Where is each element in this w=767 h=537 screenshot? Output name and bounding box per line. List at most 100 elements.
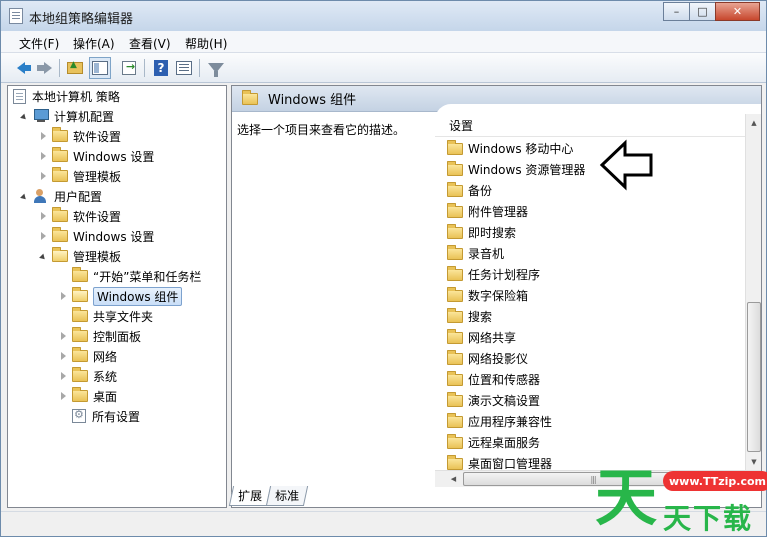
folder-icon	[72, 267, 88, 282]
list-item[interactable]: 即时搜索	[447, 222, 516, 243]
collapsed-chevron-icon[interactable]	[58, 331, 68, 341]
menu-help[interactable]: 帮助(H)	[185, 35, 227, 52]
forward-arrow-icon	[37, 62, 52, 74]
tree-item-label: 计算机配置	[54, 109, 115, 124]
folder-icon	[447, 412, 463, 428]
tree-item-computer-windows-settings[interactable]: Windows 设置	[38, 146, 154, 166]
tree-item-control-panel[interactable]: 控制面板	[58, 326, 141, 346]
properties-button[interactable]	[174, 58, 194, 78]
collapsed-chevron-icon[interactable]	[58, 291, 68, 301]
tree-item-user-admin-templates[interactable]: 管理模板	[38, 246, 121, 266]
properties-icon	[176, 61, 192, 75]
tree-item-system[interactable]: 系统	[58, 366, 117, 386]
collapsed-chevron-icon[interactable]	[38, 211, 48, 221]
collapsed-chevron-icon[interactable]	[38, 171, 48, 181]
list-item[interactable]: 演示文稿设置	[447, 390, 540, 411]
folder-icon	[447, 391, 463, 407]
scroll-left-icon[interactable]: ◀	[445, 471, 462, 487]
vertical-scroll-thumb[interactable]	[747, 302, 761, 452]
menu-view[interactable]: 查看(V)	[129, 35, 171, 52]
toolbar-separator	[144, 59, 145, 77]
expanded-chevron-icon[interactable]	[19, 111, 29, 121]
toolbar-separator	[59, 59, 60, 77]
tree-item-label: 所有设置	[92, 409, 141, 424]
list-item[interactable]: 任务计划程序	[447, 264, 540, 285]
folder-icon	[447, 454, 463, 470]
tree-item-computer-config[interactable]: 计算机配置	[19, 106, 114, 126]
collapsed-chevron-icon[interactable]	[38, 151, 48, 161]
list-item[interactable]: 远程桌面服务	[447, 432, 540, 453]
list-item[interactable]: 搜索	[447, 306, 492, 327]
list-item[interactable]: 位置和传感器	[447, 369, 540, 390]
tree-item-shared-folders[interactable]: 共享文件夹	[58, 306, 153, 326]
vertical-scrollbar[interactable]: ▲ ▼	[745, 114, 761, 470]
list-item[interactable]: Windows 移动中心	[447, 138, 573, 159]
tree-item-start-menu[interactable]: “开始”菜单和任务栏	[58, 266, 201, 286]
tree-item-windows-components[interactable]: Windows 组件	[58, 286, 183, 306]
list-item-label: 网络投影仪	[468, 352, 529, 366]
menu-file[interactable]: 文件(F)	[19, 35, 59, 52]
list-item-label: 备份	[468, 184, 493, 198]
filter-button[interactable]	[206, 58, 226, 78]
tree-item-user-windows-settings[interactable]: Windows 设置	[38, 226, 154, 246]
help-button[interactable]: ?	[151, 58, 171, 78]
list-item-label: 网络共享	[468, 331, 517, 345]
list-item-label: 即时搜索	[468, 226, 517, 240]
minimize-button[interactable]: –	[663, 2, 690, 21]
tree-item-label: 本地计算机 策略	[32, 89, 120, 104]
watermark-url: www.TTzip.com	[663, 471, 767, 491]
list-item[interactable]: 录音机	[447, 243, 504, 264]
list-item[interactable]: 网络投影仪	[447, 348, 528, 369]
app-window: 本地组策略编辑器 – □ ✕ 文件(F) 操作(A) 查看(V) 帮助(H) ?…	[0, 0, 767, 537]
list-item[interactable]: 数字保险箱	[447, 285, 528, 306]
column-header-setting[interactable]: 设置	[435, 115, 745, 137]
tree-item-computer-software[interactable]: 软件设置	[38, 126, 121, 146]
expanded-chevron-icon[interactable]	[38, 251, 48, 261]
scroll-up-icon[interactable]: ▲	[746, 114, 761, 131]
collapsed-chevron-icon[interactable]	[38, 231, 48, 241]
collapsed-chevron-icon[interactable]	[58, 391, 68, 401]
export-list-button[interactable]	[119, 58, 139, 78]
tab-label: 标准	[275, 489, 300, 503]
menu-action[interactable]: 操作(A)	[73, 35, 115, 52]
tree-item-network[interactable]: 网络	[58, 346, 117, 366]
tree-item-user-software[interactable]: 软件设置	[38, 206, 121, 226]
tree-item-label: 共享文件夹	[93, 309, 154, 324]
folder-icon	[447, 307, 463, 323]
collapsed-chevron-icon[interactable]	[58, 351, 68, 361]
tree-item-user-config[interactable]: 用户配置	[19, 186, 102, 206]
tree-item-computer-admin-templates[interactable]: 管理模板	[38, 166, 121, 186]
expanded-chevron-icon[interactable]	[19, 191, 29, 201]
folder-icon	[52, 127, 68, 142]
tab-extended[interactable]: 扩展	[228, 486, 272, 506]
close-button[interactable]: ✕	[715, 2, 760, 21]
list-item[interactable]: 网络共享	[447, 327, 516, 348]
list-item[interactable]: 应用程序兼容性	[447, 411, 552, 432]
show-hide-tree-button[interactable]	[89, 57, 111, 79]
tree-item-all-settings[interactable]: 所有设置	[58, 406, 140, 426]
forward-button[interactable]	[35, 58, 55, 78]
folder-icon	[52, 167, 68, 182]
tree-item-root[interactable]: 本地计算机 策略	[13, 86, 120, 106]
list-item[interactable]: 备份	[447, 180, 492, 201]
up-one-level-button[interactable]	[65, 58, 85, 78]
folder-icon	[447, 370, 463, 386]
folder-icon	[72, 327, 88, 342]
folder-icon	[447, 160, 463, 176]
view-tabs: 扩展 标准	[228, 486, 309, 508]
list-item-label: 位置和传感器	[468, 373, 541, 387]
tree-item-desktop[interactable]: 桌面	[58, 386, 117, 406]
tab-standard[interactable]: 标准	[265, 486, 309, 506]
back-button[interactable]	[11, 58, 31, 78]
folder-icon	[447, 433, 463, 449]
details-header-title: Windows 组件	[268, 93, 357, 108]
tree-item-label: 网络	[93, 349, 118, 364]
list-item[interactable]: 附件管理器	[447, 201, 528, 222]
folder-icon	[447, 244, 463, 260]
collapsed-chevron-icon[interactable]	[38, 131, 48, 141]
list-item[interactable]: Windows 资源管理器	[447, 159, 585, 180]
window-controls: – □ ✕	[663, 2, 760, 21]
maximize-button[interactable]: □	[689, 2, 716, 21]
collapsed-chevron-icon[interactable]	[58, 371, 68, 381]
